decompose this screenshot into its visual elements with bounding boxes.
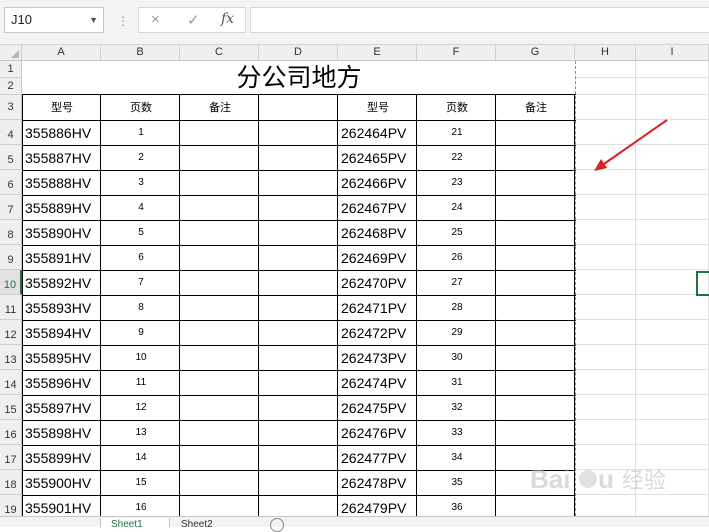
red-arrow-annotation xyxy=(594,119,668,171)
add-sheet-icon[interactable] xyxy=(270,518,284,532)
svg-text:u: u xyxy=(598,464,614,494)
svg-text:Bai: Bai xyxy=(530,464,570,494)
svg-text:经验: 经验 xyxy=(622,469,666,494)
tab-sheet1[interactable]: Sheet1 xyxy=(100,518,170,528)
tab-sheet2[interactable]: Sheet2 xyxy=(171,518,241,528)
baidu-watermark-logo: Bai u 经验 xyxy=(530,464,666,494)
